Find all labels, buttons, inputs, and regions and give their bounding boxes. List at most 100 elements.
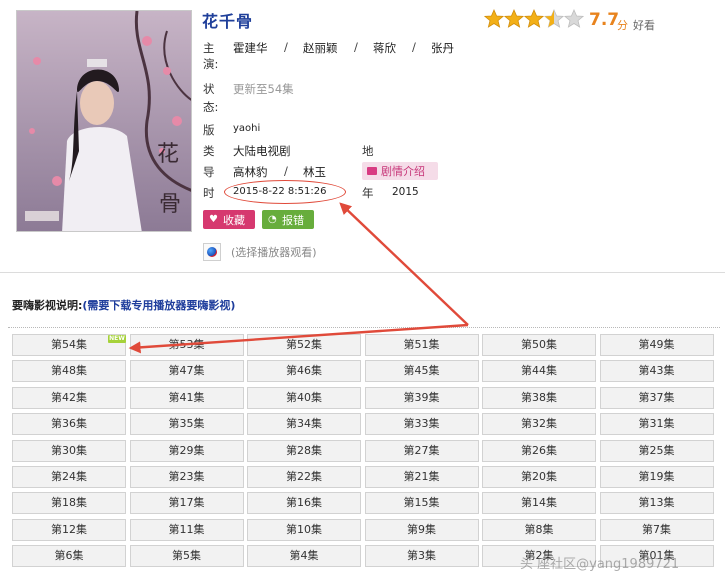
episode-button[interactable]: 第38集 xyxy=(482,386,596,409)
episode-button[interactable]: 第33集 xyxy=(364,413,479,436)
player-select[interactable]: (选择播放器观看) xyxy=(203,243,317,261)
episode-button[interactable]: 第45集 xyxy=(364,360,479,383)
episode-button[interactable]: 第52集 xyxy=(247,334,361,356)
plot-intro-button[interactable]: 剧情介绍 xyxy=(362,162,438,180)
episode-button[interactable]: 第8集 xyxy=(482,518,596,541)
plot-intro-label: 剧情介绍 xyxy=(381,165,425,178)
rating-score: 7.7 xyxy=(589,10,620,30)
episode-button[interactable]: 第44集 xyxy=(482,360,596,383)
watermark: 头 座社区@yang1989721 xyxy=(520,557,680,572)
episode-button[interactable]: 第26集 xyxy=(482,439,596,462)
episode-button[interactable]: 第43集 xyxy=(599,360,714,383)
report-error-button[interactable]: ◔ 报错 xyxy=(262,210,314,229)
cast-member[interactable]: 霍建华 xyxy=(233,40,268,56)
rss-icon: ◔ xyxy=(268,214,277,225)
version-value: yaohi xyxy=(233,123,261,134)
episode-button[interactable]: 第24集 xyxy=(12,465,126,488)
svg-text:花: 花 xyxy=(157,142,179,167)
episode-button[interactable]: 第13集 xyxy=(599,492,714,515)
episode-button[interactable]: 第20集 xyxy=(482,465,596,488)
show-poster[interactable]: 花 骨 xyxy=(16,10,192,232)
episode-button[interactable]: 第42集 xyxy=(12,386,126,409)
episode-button[interactable]: 第46集 xyxy=(247,360,361,383)
show-info-panel: 花 骨 花千骨 7.7 分 好看 主 演: 霍建华 / 赵丽颖 / 蒋欣 / 张… xyxy=(0,0,725,273)
episode-button[interactable]: 第12集 xyxy=(12,518,126,541)
instructions-link[interactable]: (需要下载专用播放器要嗨影视) xyxy=(82,299,235,312)
year-value: 2015 xyxy=(392,186,419,198)
cast-member[interactable]: 蒋欣 xyxy=(373,40,396,56)
episode-button[interactable]: 第36集 xyxy=(12,413,126,436)
episode-button[interactable]: 第47集 xyxy=(129,360,244,383)
episode-button[interactable]: 第35集 xyxy=(129,413,244,436)
episode-button[interactable]: 第41集 xyxy=(129,386,244,409)
director-separator: / xyxy=(284,164,288,178)
episode-button[interactable]: 第21集 xyxy=(364,465,479,488)
episode-button[interactable]: 第16集 xyxy=(247,492,361,515)
cast-separator: / xyxy=(284,40,288,54)
episode-button[interactable]: 第53集 xyxy=(129,334,244,356)
episode-button[interactable]: 第22集 xyxy=(247,465,361,488)
episode-button[interactable]: 第48集 xyxy=(12,360,126,383)
rating-stars xyxy=(484,9,584,29)
player-hint: (选择播放器观看) xyxy=(231,246,317,259)
cast-separator: / xyxy=(412,40,416,54)
status-label-1: 状 xyxy=(203,82,215,96)
episode-button[interactable]: 第29集 xyxy=(129,439,244,462)
status-label-2: 态: xyxy=(203,100,219,114)
cast-label-1: 主 xyxy=(203,41,215,55)
episode-button[interactable]: 第9集 xyxy=(364,518,479,541)
episode-button[interactable]: 第15集 xyxy=(364,492,479,515)
episode-button[interactable]: 第19集 xyxy=(599,465,714,488)
report-label: 报错 xyxy=(282,213,304,227)
episode-button[interactable]: 第40集 xyxy=(247,386,361,409)
type-label: 类 xyxy=(203,144,215,158)
rating-unit: 分 xyxy=(617,19,628,32)
heart-icon: ♥ xyxy=(209,214,218,225)
poster-image: 花 骨 xyxy=(17,11,191,231)
director-name[interactable]: 高林豹 xyxy=(233,164,268,180)
episode-button[interactable]: 第30集 xyxy=(12,439,126,462)
new-badge: NEW xyxy=(108,335,126,343)
episode-button[interactable]: 第23集 xyxy=(129,465,244,488)
director-name[interactable]: 林玉 xyxy=(303,164,326,180)
episode-button[interactable]: 第7集 xyxy=(599,518,714,541)
star-half-icon xyxy=(544,9,564,28)
cast-member[interactable]: 赵丽颖 xyxy=(303,40,338,56)
instructions-prefix: 要嗨影视说明: xyxy=(12,299,83,312)
episode-button[interactable]: 第37集 xyxy=(599,386,714,409)
episode-button[interactable]: 第31集 xyxy=(599,413,714,436)
year-label: 年 xyxy=(362,186,374,200)
show-title: 花千骨 xyxy=(202,12,254,31)
cast-label-2: 演: xyxy=(203,57,219,71)
episode-button[interactable]: 第34集 xyxy=(247,413,361,436)
time-label: 时 xyxy=(203,186,215,200)
svg-text:骨: 骨 xyxy=(159,192,181,217)
star-full-icon xyxy=(484,9,504,28)
favorite-label: 收藏 xyxy=(223,213,245,227)
episode-button[interactable]: 第18集 xyxy=(12,492,126,515)
episode-button[interactable]: 第50集 xyxy=(482,334,596,356)
episode-button[interactable]: 第3集 xyxy=(364,545,479,568)
director-label: 导 xyxy=(203,165,215,179)
episode-button[interactable]: 第49集 xyxy=(599,334,714,356)
favorite-button[interactable]: ♥ 收藏 xyxy=(203,210,255,229)
episode-button[interactable]: 第5集 xyxy=(129,545,244,568)
region-label: 地 xyxy=(362,144,374,158)
episode-button[interactable]: 第17集 xyxy=(129,492,244,515)
episode-button[interactable]: 第14集 xyxy=(482,492,596,515)
episode-button[interactable]: 第4集 xyxy=(247,545,361,568)
episode-button[interactable]: 第6集 xyxy=(12,545,126,568)
episode-button[interactable]: 第39集 xyxy=(364,386,479,409)
episode-button[interactable]: 第10集 xyxy=(247,518,361,541)
cast-member[interactable]: 张丹 xyxy=(431,40,454,56)
episode-button[interactable]: 第32集 xyxy=(482,413,596,436)
type-value[interactable]: 大陆电视剧 xyxy=(233,143,291,159)
star-full-icon xyxy=(524,9,544,28)
episode-button[interactable]: 第51集 xyxy=(364,334,479,356)
episode-button[interactable]: 第27集 xyxy=(364,439,479,462)
episode-button[interactable]: 第28集 xyxy=(247,439,361,462)
episode-button[interactable]: 第25集 xyxy=(599,439,714,462)
comment-icon xyxy=(367,167,377,175)
episode-button[interactable]: 第11集 xyxy=(129,518,244,541)
episode-grid: 第54集 第53集 第52集 第51集 第50集 第49集 第48集 第47集 第46集 第45集… xyxy=(12,334,724,568)
